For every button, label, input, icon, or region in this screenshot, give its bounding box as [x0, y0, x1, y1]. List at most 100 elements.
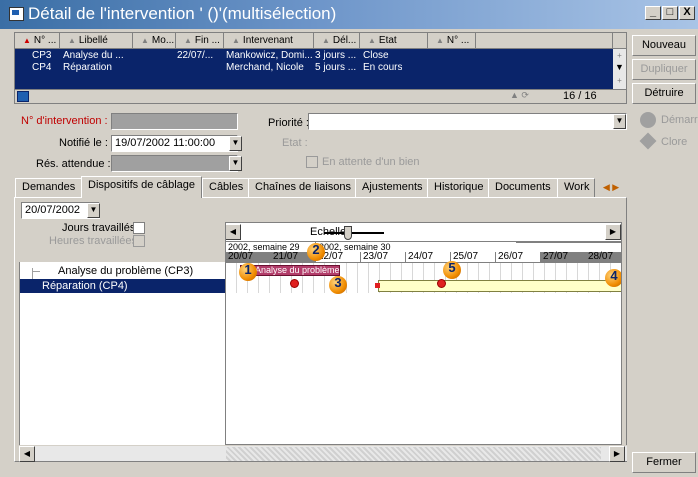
- maximize-button[interactable]: □: [662, 6, 678, 20]
- window-title: Détail de l'intervention ' ()'(multiséle…: [28, 4, 337, 23]
- waiting-label: En attente d'un bien: [322, 156, 420, 168]
- gantt-scroll-left-icon[interactable]: ◀: [226, 224, 241, 240]
- tab-adjustments[interactable]: Ajustements: [355, 178, 430, 197]
- tab-link-chains[interactable]: Chaînes de liaisons: [248, 178, 359, 197]
- tree-item-repair[interactable]: Réparation (CP4): [20, 279, 225, 293]
- state-label: Etat :: [282, 137, 308, 149]
- tab-documents[interactable]: Documents: [488, 178, 558, 197]
- tab-demandes[interactable]: Demandes: [15, 178, 83, 197]
- worked-hours-checkbox[interactable]: [133, 235, 145, 247]
- table-row[interactable]: CP4 Réparation Merchand, Nicole 5 jours …: [15, 62, 613, 74]
- expected-label: Rés. attendue :: [36, 158, 111, 170]
- day-header-28: 28/07: [586, 252, 621, 262]
- milestone-dot: [290, 279, 299, 288]
- delete-button[interactable]: Détruire: [632, 83, 696, 104]
- waiting-checkbox[interactable]: [306, 156, 318, 168]
- col-delay[interactable]: ▲ Dél...: [314, 33, 360, 49]
- close-action[interactable]: Clore: [639, 132, 696, 153]
- duplicate-button[interactable]: Dupliquer: [632, 59, 696, 80]
- worked-hours-label: Heures travaillées: [49, 235, 138, 247]
- gantt-toolbar: [226, 223, 621, 242]
- record-counter: 16 / 16: [563, 90, 597, 102]
- table-cell: Close: [363, 50, 389, 61]
- interventions-grid[interactable]: ▲ N° ... ▲ Libellé ▲ Mo... ▲ Fin ... ▲ Interv…: [14, 32, 627, 104]
- window-app-icon: [9, 7, 24, 21]
- gantt-date-dropdown-icon[interactable]: ▼: [87, 203, 100, 218]
- col-state[interactable]: ▲ Etat: [360, 33, 428, 49]
- scroll-down-icon[interactable]: ▼: [613, 62, 626, 72]
- table-cell: En cours: [363, 62, 403, 73]
- grid-options-icon[interactable]: [17, 91, 29, 102]
- callout-marker-5: 5: [443, 261, 461, 279]
- intervention-number-field[interactable]: [111, 113, 238, 130]
- close-button[interactable]: Fermer: [632, 452, 696, 473]
- gantt-scroll-right-icon[interactable]: ▶: [605, 224, 621, 240]
- priority-label: Priorité :: [268, 117, 309, 129]
- worked-days-label: Jours travaillés: [62, 222, 136, 234]
- table-cell: Mankowicz, Domi...: [226, 50, 313, 61]
- start-icon: [640, 112, 656, 128]
- title-bar: Détail de l'intervention ' ()'(multiséle…: [0, 0, 698, 29]
- tree-item-analysis[interactable]: Analyse du problème (CP3): [20, 264, 225, 278]
- gantt-horizontal-scrollbar[interactable]: ◀ ▶: [19, 445, 627, 462]
- col-label[interactable]: ▲ Libellé: [60, 33, 133, 49]
- close-window-button[interactable]: X: [679, 6, 695, 20]
- gantt-chart[interactable]: ◀ Echelle : ▶ 2002, semaine 29 2002, sem…: [225, 222, 622, 445]
- grid-footer: ▲ ⟳ 16 / 16: [15, 89, 626, 103]
- tab-history[interactable]: Historique: [427, 178, 491, 197]
- expected-field[interactable]: [111, 155, 238, 172]
- start-action[interactable]: Démarr: [640, 111, 698, 131]
- scale-slider-thumb[interactable]: [344, 226, 352, 240]
- tab-work[interactable]: Work: [557, 178, 595, 197]
- scroll-up-icon[interactable]: +: [613, 51, 626, 61]
- priority-dropdown-icon[interactable]: ▼: [613, 114, 626, 129]
- table-row[interactable]: CP3 Analyse du ... 22/07/... Mankowicz, …: [15, 50, 613, 62]
- milestone-dot: [437, 279, 446, 288]
- task-tree[interactable]: Analyse du problème (CP3) Réparation (CP…: [19, 262, 225, 445]
- day-header-20: 20/07: [226, 252, 271, 262]
- day-header-25: 25/07: [451, 252, 496, 262]
- notified-dropdown-icon[interactable]: ▼: [229, 136, 242, 151]
- new-button[interactable]: Nouveau: [632, 35, 696, 56]
- col-mo[interactable]: ▲ Mo...: [133, 33, 176, 49]
- day-header-26: 26/07: [496, 252, 541, 262]
- start-label: Démarr: [661, 114, 698, 126]
- minimize-button[interactable]: _: [645, 6, 661, 20]
- close-label: Clore: [661, 136, 688, 148]
- expected-dropdown-icon[interactable]: ▼: [229, 156, 242, 171]
- callout-marker-2: 2: [307, 243, 325, 261]
- col-number[interactable]: ▲ N° ...: [15, 33, 60, 49]
- table-cell: Analyse du ...: [63, 50, 124, 61]
- close-diamond-icon: [639, 132, 657, 150]
- col-end[interactable]: ▲ Fin ...: [176, 33, 224, 49]
- priority-field[interactable]: [308, 113, 627, 130]
- table-cell: Merchand, Nicole: [226, 62, 304, 73]
- scrollbar-track[interactable]: [226, 447, 601, 461]
- scroll-right-icon[interactable]: ▶: [609, 446, 625, 462]
- scroll-end-icon[interactable]: +: [613, 76, 626, 86]
- gantt-bar-repair[interactable]: [378, 280, 621, 292]
- callout-marker-1: 1: [239, 263, 257, 281]
- day-header-23: 23/07: [361, 252, 406, 262]
- tab-cabling-devices[interactable]: Dispositifs de câblage: [81, 176, 203, 198]
- day-header-24: 24/07: [406, 252, 451, 262]
- tab-cables[interactable]: Câbles: [202, 178, 251, 197]
- col-empty: [476, 33, 613, 49]
- intervention-number-label: N° d'intervention :: [21, 115, 108, 127]
- callout-marker-4: 4: [605, 269, 621, 287]
- worked-days-checkbox[interactable]: [133, 222, 145, 234]
- grid-vertical-scrollbar[interactable]: + ▼ +: [613, 49, 626, 89]
- notified-label: Notifié le :: [59, 137, 108, 149]
- callout-marker-3: 3: [329, 276, 347, 294]
- table-cell: 5 jours ...: [315, 62, 357, 73]
- scale-slider-track[interactable]: [324, 232, 384, 234]
- notified-date-field[interactable]: 19/07/2002 11:00:00: [111, 135, 238, 152]
- scroll-left-icon[interactable]: ◀: [19, 446, 35, 462]
- tab-scroll-arrows[interactable]: ◀ ▶: [597, 180, 625, 195]
- day-header-27: 27/07: [541, 252, 586, 262]
- bar-start-marker: [375, 283, 380, 288]
- refresh-icon[interactable]: ▲ ⟳: [510, 90, 529, 101]
- table-cell: CP4: [32, 62, 52, 73]
- col-intervenant[interactable]: ▲ Intervenant: [224, 33, 314, 49]
- col-number2[interactable]: ▲ N° ...: [428, 33, 476, 49]
